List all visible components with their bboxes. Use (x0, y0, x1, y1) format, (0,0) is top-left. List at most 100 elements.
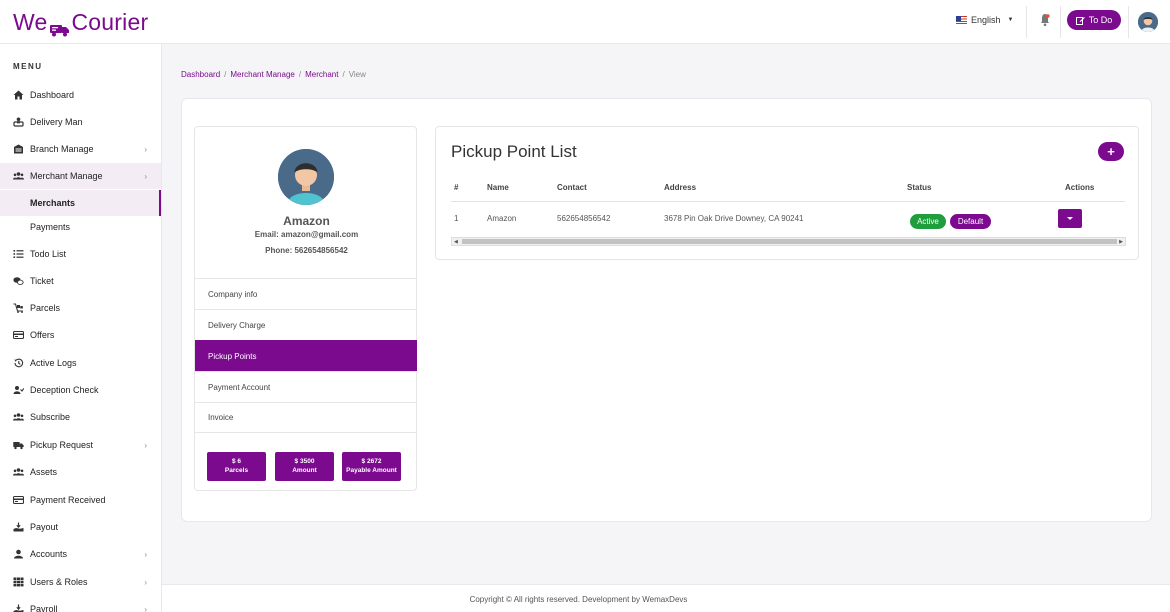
sidebar-item-label: Pickup Request (30, 440, 94, 450)
sidebar-subitem-payments[interactable]: Payments (0, 214, 161, 240)
offers-icon (13, 330, 24, 340)
sidebar-item-assets[interactable]: Assets (0, 459, 161, 485)
breadcrumb-separator: / (342, 70, 345, 79)
nav-delivery-charge[interactable]: Delivery Charge (195, 309, 417, 340)
language-label: English (971, 15, 1001, 25)
sidebar-item-label: Merchants (30, 198, 76, 208)
assets-icon (13, 467, 24, 477)
footer-copyright: Copyright © All rights reserved. Develop… (469, 595, 688, 604)
breadcrumb-separator: / (224, 70, 227, 79)
sidebar-item-label: Ticket (30, 276, 54, 286)
sidebar-item-label: Users & Roles (30, 577, 88, 587)
user-check-icon (13, 385, 24, 395)
page-footer: Copyright © All rights reserved. Develop… (162, 584, 1170, 612)
sidebar-item-delivery-man[interactable]: Delivery Man (0, 109, 161, 135)
edit-icon (1075, 16, 1085, 25)
sidebar-subitem-merchants[interactable]: Merchants (0, 190, 161, 216)
us-flag-icon (956, 16, 967, 24)
grid-icon (13, 577, 24, 587)
sidebar-item-label: Deception Check (30, 385, 99, 395)
branch-icon (13, 144, 24, 154)
sidebar-item-label: Todo List (30, 249, 67, 259)
chevron-right-icon: › (144, 549, 147, 559)
header-divider (1026, 6, 1027, 38)
ticket-icon (13, 276, 24, 286)
breadcrumb-current: View (348, 70, 366, 79)
sidebar-item-payment-received[interactable]: Payment Received (0, 487, 161, 513)
home-icon (13, 90, 24, 100)
column-header: # (454, 183, 459, 192)
account-icon (13, 549, 24, 559)
scrollbar-thumb[interactable] (462, 239, 1117, 244)
row-actions-dropdown-button[interactable] (1058, 209, 1082, 228)
nav-invoice[interactable]: Invoice (195, 402, 417, 433)
nav-company-info[interactable]: Company info (195, 278, 417, 309)
sidebar-item-users-roles[interactable]: Users & Roles › (0, 569, 161, 595)
chevron-right-icon: › (144, 144, 147, 154)
chevron-right-icon: › (144, 171, 147, 181)
status-badge-active: Active (910, 214, 946, 229)
merchant-email: Email: amazon@gmail.com (254, 230, 359, 239)
sidebar-item-label: Dashboard (30, 90, 75, 100)
cell-number: 1 (454, 214, 459, 223)
todo-button[interactable]: To Do (1067, 10, 1121, 30)
scroll-left-icon[interactable]: ◀ (454, 239, 458, 245)
sidebar-item-label: Branch Manage (30, 144, 94, 154)
add-pickup-button[interactable]: + (1098, 142, 1124, 161)
stat-amount[interactable]: $ 3500 Amount (275, 452, 334, 481)
merchant-avatar (278, 149, 334, 205)
subscribe-icon (13, 412, 24, 422)
nav-pickup-points[interactable]: Pickup Points (195, 340, 417, 371)
caret-down-icon: ▼ (1007, 17, 1014, 23)
sidebar-item-parcels[interactable]: Parcels (0, 295, 161, 321)
sidebar-item-label: Accounts (30, 549, 68, 559)
nav-payment-account[interactable]: Payment Account (195, 371, 417, 402)
breadcrumb-link[interactable]: Merchant (305, 70, 338, 79)
delivery-man-icon (13, 117, 24, 127)
sidebar-item-ticket[interactable]: Ticket (0, 268, 161, 294)
notification-bell-icon[interactable] (1040, 13, 1050, 27)
truck-icon (13, 440, 24, 450)
header-divider (1128, 6, 1129, 38)
scroll-right-icon[interactable]: ▶ (1119, 239, 1123, 245)
stat-label: Amount (292, 467, 317, 474)
sidebar-item-dashboard[interactable]: Dashboard (0, 82, 161, 108)
stat-parcels[interactable]: $ 6 Parcels (207, 452, 266, 481)
sidebar-item-accounts[interactable]: Accounts › (0, 541, 161, 567)
sidebar-item-label: Delivery Man (30, 117, 83, 127)
column-header: Status (907, 183, 932, 192)
payment-icon (13, 495, 24, 505)
breadcrumb-separator: / (298, 70, 302, 79)
sidebar-item-todo-list[interactable]: Todo List (0, 241, 161, 267)
sidebar-item-offers[interactable]: Offers (0, 322, 161, 348)
horizontal-scrollbar[interactable]: ◀ ▶ (451, 237, 1126, 246)
sidebar-item-label: Assets (30, 467, 58, 477)
sidebar-item-label: Payments (30, 222, 71, 232)
breadcrumb-link[interactable]: Dashboard (181, 70, 220, 79)
breadcrumb-link[interactable]: Merchant Manage (230, 70, 294, 79)
column-header: Actions (1065, 183, 1095, 192)
stat-value: $ 6 (231, 458, 242, 465)
stat-payable-amount[interactable]: $ 2672 Payable Amount (342, 452, 401, 481)
user-avatar[interactable] (1138, 12, 1158, 32)
stat-label: Parcels (224, 467, 249, 474)
sidebar-item-active-logs[interactable]: Active Logs (0, 350, 161, 376)
sidebar-item-payout[interactable]: Payout (0, 514, 161, 540)
list-icon (13, 249, 24, 259)
sidebar-item-pickup-request[interactable]: Pickup Request › (0, 432, 161, 458)
sidebar-item-merchant-manage[interactable]: Merchant Manage › (0, 163, 161, 189)
sidebar-item-label: Offers (30, 330, 55, 340)
plus-icon: + (1107, 144, 1115, 159)
top-header: We Courier English ▼ To Do (0, 0, 1170, 44)
sidebar-item-subscribe[interactable]: Subscribe (0, 404, 161, 430)
sidebar-item-branch-manage[interactable]: Branch Manage › (0, 136, 161, 162)
sidebar-item-deception-check[interactable]: Deception Check (0, 377, 161, 403)
sidebar-item-label: Subscribe (30, 412, 71, 422)
payroll-icon (13, 604, 24, 612)
profile-nav: Company info Delivery Charge Pickup Poin… (195, 278, 417, 433)
brand-logo[interactable]: We Courier (13, 9, 148, 36)
sidebar-item-payroll[interactable]: Payroll › (0, 596, 161, 612)
merchant-phone: Phone: 562654856542 (265, 246, 348, 255)
column-header: Contact (557, 183, 587, 192)
language-selector[interactable]: English ▼ (956, 15, 1013, 25)
